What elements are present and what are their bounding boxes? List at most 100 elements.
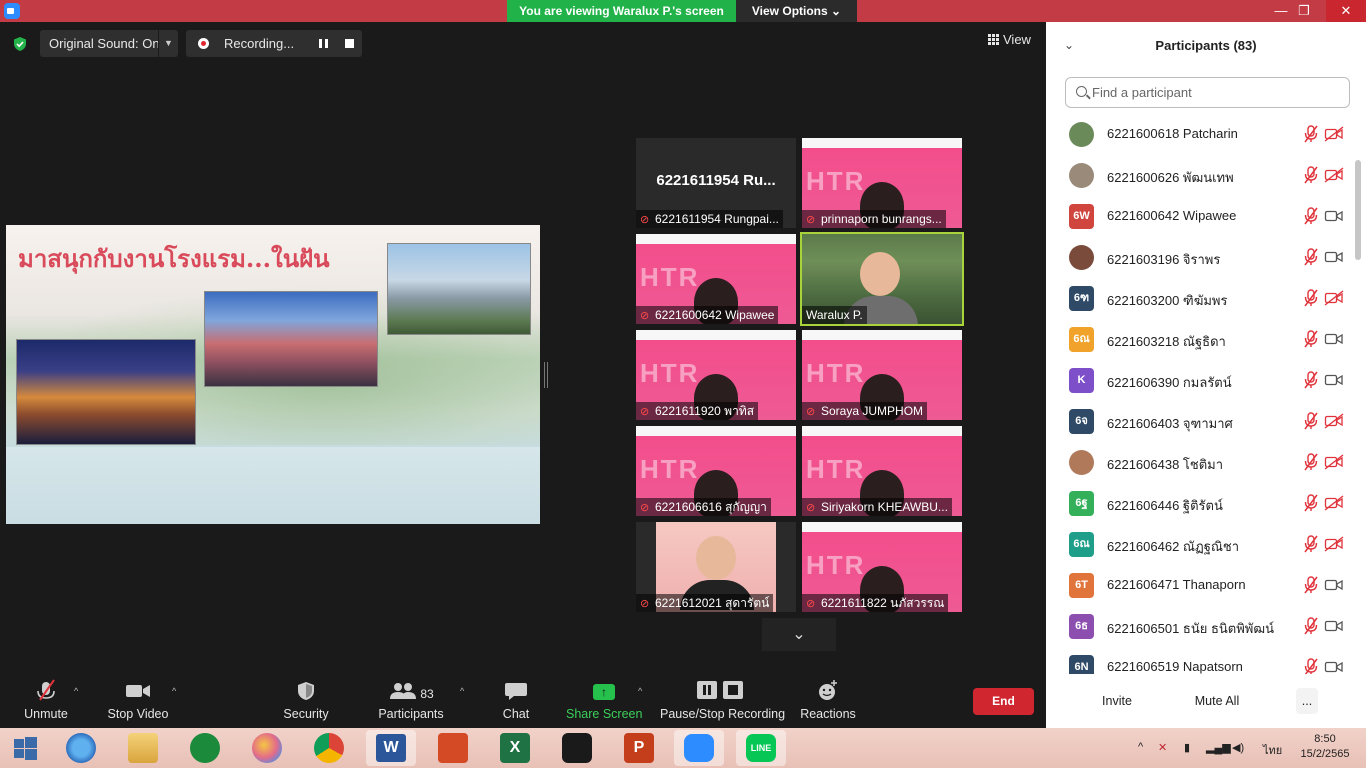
- video-camera-icon: [1324, 208, 1344, 224]
- mute-all-button[interactable]: Mute All: [1186, 688, 1248, 714]
- show-hidden-icons-icon[interactable]: ^: [1138, 741, 1143, 753]
- tile-participant-name: Waralux P.: [806, 308, 863, 322]
- zoom-meeting-window: You are viewing Waralux P.'s screen View…: [0, 0, 1366, 768]
- participant-row[interactable]: K 6221606390 กมลรัตน์: [1046, 360, 1354, 401]
- participants-panel-title: Participants (83): [1155, 38, 1257, 53]
- participant-row[interactable]: 6221603196 จิราพร: [1046, 237, 1354, 278]
- participant-search-input[interactable]: [1092, 78, 1342, 107]
- close-button[interactable]: ✕: [1326, 0, 1366, 22]
- video-tile[interactable]: ⊘ 6221612021 สุดารัตน์: [636, 522, 796, 612]
- share-screen-button[interactable]: ↑ Share Screen: [566, 676, 642, 728]
- tile-participant-name: 6221600642 Wipawee: [655, 308, 775, 322]
- tile-name-label: ⊘ 6221600642 Wipawee: [636, 306, 779, 324]
- participant-row[interactable]: 6ณ 6221603218 ณัฐธิดา: [1046, 319, 1354, 360]
- more-options-button[interactable]: ...: [1296, 688, 1318, 714]
- shield-icon[interactable]: [12, 36, 28, 52]
- webex-icon[interactable]: [562, 733, 592, 763]
- participant-row[interactable]: 6N 6221606519 Napatsorn: [1046, 647, 1354, 674]
- video-tile[interactable]: HTR ⊘ Soraya JUMPHOM: [802, 330, 962, 420]
- file-explorer-icon[interactable]: [128, 733, 158, 763]
- security-button[interactable]: Security: [276, 676, 336, 728]
- green-app-icon[interactable]: [190, 733, 220, 763]
- participant-row[interactable]: 6221606438 โชติมา: [1046, 442, 1354, 483]
- video-tile[interactable]: HTR ⊘ prinnaporn bunrangs...: [802, 138, 962, 228]
- unmute-button[interactable]: Unmute: [16, 676, 76, 728]
- microphone-muted-icon: [1303, 371, 1319, 389]
- participant-name: 6221606403 จุฑามาศ: [1107, 416, 1233, 431]
- participant-row[interactable]: 6T 6221606471 Thanaporn: [1046, 565, 1354, 606]
- video-tile[interactable]: HTR ⊘ 6221611920 พาทิส: [636, 330, 796, 420]
- internet-explorer-icon[interactable]: [66, 733, 96, 763]
- video-tile[interactable]: Waralux P.: [800, 232, 964, 326]
- video-tile[interactable]: HTR ⊘ 6221606616 สุกัญญา: [636, 426, 796, 516]
- tile-watermark: HTR: [806, 454, 866, 484]
- video-tile[interactable]: HTR ⊘ 6221611822 นภัสวรรณ: [802, 522, 962, 612]
- participant-row[interactable]: 6ฑ 6221603200 ฑิฆัมพร: [1046, 278, 1354, 319]
- participant-face: [696, 536, 736, 580]
- share-screen-icon: ↑: [566, 676, 642, 704]
- invite-button[interactable]: Invite: [1096, 688, 1138, 714]
- gallery-next-page-button[interactable]: ⌄: [762, 618, 836, 651]
- video-camera-icon: [1324, 659, 1344, 674]
- taskbar-clock[interactable]: 8:50 15/2/2565: [1292, 732, 1358, 762]
- original-sound-toggle[interactable]: Original Sound: On ▼: [40, 30, 178, 57]
- participant-row[interactable]: 6จ 6221606403 จุฑามาศ: [1046, 401, 1354, 442]
- participants-count-badge: 83: [420, 687, 434, 701]
- tile-watermark: HTR: [640, 358, 700, 388]
- participant-name: 6221600642 Wipawee: [1107, 208, 1237, 223]
- tile-participant-name: Soraya JUMPHOM: [821, 404, 924, 418]
- tile-participant-name: Siriyakorn KHEAWBU...: [821, 500, 948, 514]
- stop-recording-icon[interactable]: [345, 39, 354, 48]
- tile-participant-name: 6221612021 สุดารัตน์: [655, 596, 770, 610]
- volume-icon[interactable]: ◀): [1232, 741, 1244, 754]
- view-options-button[interactable]: View Options ⌄: [736, 0, 857, 22]
- excel-icon[interactable]: X: [500, 733, 530, 763]
- input-language[interactable]: ไทย: [1263, 741, 1282, 759]
- paint-icon[interactable]: [252, 733, 282, 763]
- pause-stop-recording-button[interactable]: Pause/Stop Recording: [660, 676, 785, 728]
- participants-scrollbar[interactable]: [1355, 160, 1361, 260]
- reactions-button[interactable]: Reactions: [798, 676, 858, 728]
- tile-name-label: Waralux P.: [802, 306, 867, 324]
- participant-row[interactable]: 6221600618 Patcharin: [1046, 114, 1354, 155]
- audio-options-caret-icon[interactable]: ^: [74, 686, 78, 696]
- word-taskbar-button[interactable]: W: [366, 730, 416, 766]
- video-camera-icon: [1324, 577, 1344, 593]
- participant-row[interactable]: 6221600626 พัฒนเทพ: [1046, 155, 1354, 196]
- chat-button[interactable]: Chat: [496, 676, 536, 728]
- video-options-caret-icon[interactable]: ^: [172, 686, 176, 696]
- view-splitter-handle[interactable]: [544, 362, 548, 388]
- network-error-icon[interactable]: ✕: [1158, 741, 1167, 754]
- battery-icon[interactable]: ▮: [1184, 741, 1190, 754]
- smiley-add-icon: [819, 680, 837, 700]
- participants-button[interactable]: 83 Participants: [376, 676, 446, 728]
- signal-icon[interactable]: ▂▄▆: [1206, 741, 1231, 754]
- windows-start-icon[interactable]: [10, 733, 40, 763]
- participant-row[interactable]: 6ณ 6221606462 ณัฏฐณิชา: [1046, 524, 1354, 565]
- participant-name: 6221603200 ฑิฆัมพร: [1107, 293, 1228, 308]
- collapse-chevron-icon[interactable]: ⌄: [1064, 38, 1074, 52]
- original-sound-label: Original Sound: On: [49, 36, 160, 51]
- microphone-muted-icon: [1303, 125, 1319, 143]
- restore-button[interactable]: ❐: [1289, 0, 1319, 22]
- video-tile[interactable]: 6221611954 Ru... ⊘ 6221611954 Rungpai...: [636, 138, 796, 228]
- office-icon[interactable]: [438, 733, 468, 763]
- zoom-taskbar-button[interactable]: [674, 730, 724, 766]
- chrome-icon[interactable]: [314, 733, 344, 763]
- view-options-label: View Options: [751, 4, 828, 18]
- powerpoint-icon[interactable]: P: [624, 733, 654, 763]
- participants-options-caret-icon[interactable]: ^: [460, 686, 464, 696]
- pause-recording-icon[interactable]: [319, 39, 328, 48]
- participant-row[interactable]: 6W 6221600642 Wipawee: [1046, 196, 1354, 237]
- video-tile[interactable]: HTR ⊘ Siriyakorn KHEAWBU...: [802, 426, 962, 516]
- stop-video-button[interactable]: Stop Video: [104, 676, 172, 728]
- view-button[interactable]: View: [988, 32, 1031, 47]
- line-taskbar-button[interactable]: LINE: [736, 730, 786, 766]
- participant-row[interactable]: 6ธ 6221606501 ธนัย ธนิตพิพัฒน์: [1046, 606, 1354, 647]
- caret-down-icon[interactable]: ▼: [158, 30, 178, 57]
- end-meeting-button[interactable]: End: [973, 688, 1034, 715]
- participant-row[interactable]: 6ฐ 6221606446 ฐิติรัตน์: [1046, 483, 1354, 524]
- share-options-caret-icon[interactable]: ^: [638, 686, 642, 696]
- video-tile[interactable]: HTR ⊘ 6221600642 Wipawee: [636, 234, 796, 324]
- grid-icon: [988, 34, 999, 45]
